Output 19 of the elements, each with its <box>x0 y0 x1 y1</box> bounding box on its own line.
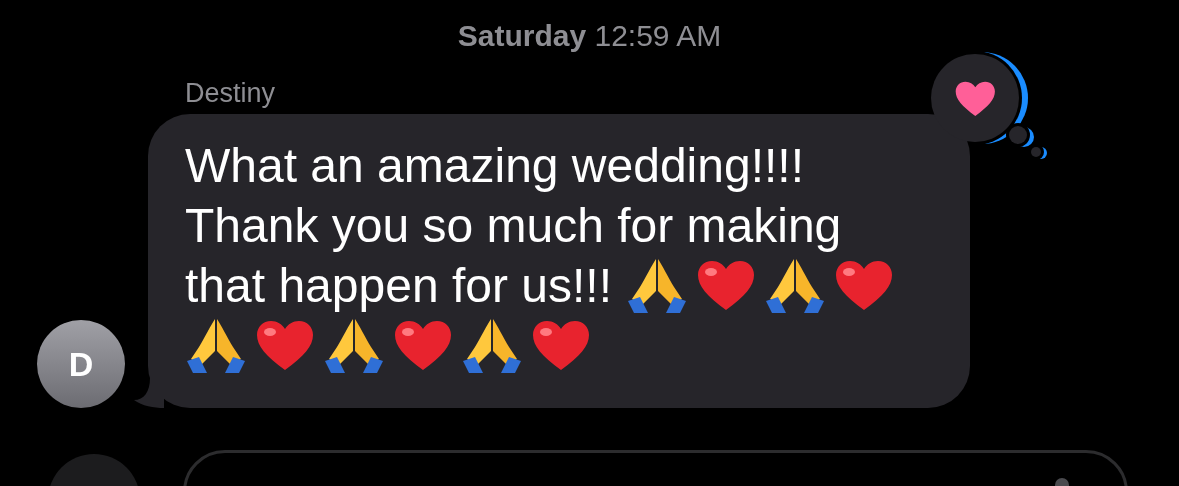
message-text: Thank you so much for making <box>185 198 842 254</box>
praying-hands-icon <box>185 317 247 375</box>
timestamp: Saturday 12:59 AM <box>456 18 723 54</box>
praying-hands-icon <box>323 317 385 375</box>
message-text: that happen for us!!! <box>185 258 612 314</box>
avatar[interactable]: D <box>37 320 125 408</box>
message-text: What an amazing wedding!!!! <box>185 138 804 194</box>
heart-icon <box>955 81 995 116</box>
heart-icon <box>256 320 314 372</box>
message-bubble[interactable]: What an amazing wedding!!!! Thank you so much for making that happen for us!!! <box>148 114 970 408</box>
praying-hands-icon <box>461 317 523 375</box>
heart-icon <box>394 320 452 372</box>
heart-icon <box>696 260 755 312</box>
praying-hands-icon <box>763 257 826 315</box>
heart-icon <box>532 320 590 372</box>
sender-name: Destiny <box>185 77 276 110</box>
heart-icon <box>834 260 893 312</box>
praying-hands-icon <box>625 257 688 315</box>
bubble-tail <box>134 378 164 408</box>
